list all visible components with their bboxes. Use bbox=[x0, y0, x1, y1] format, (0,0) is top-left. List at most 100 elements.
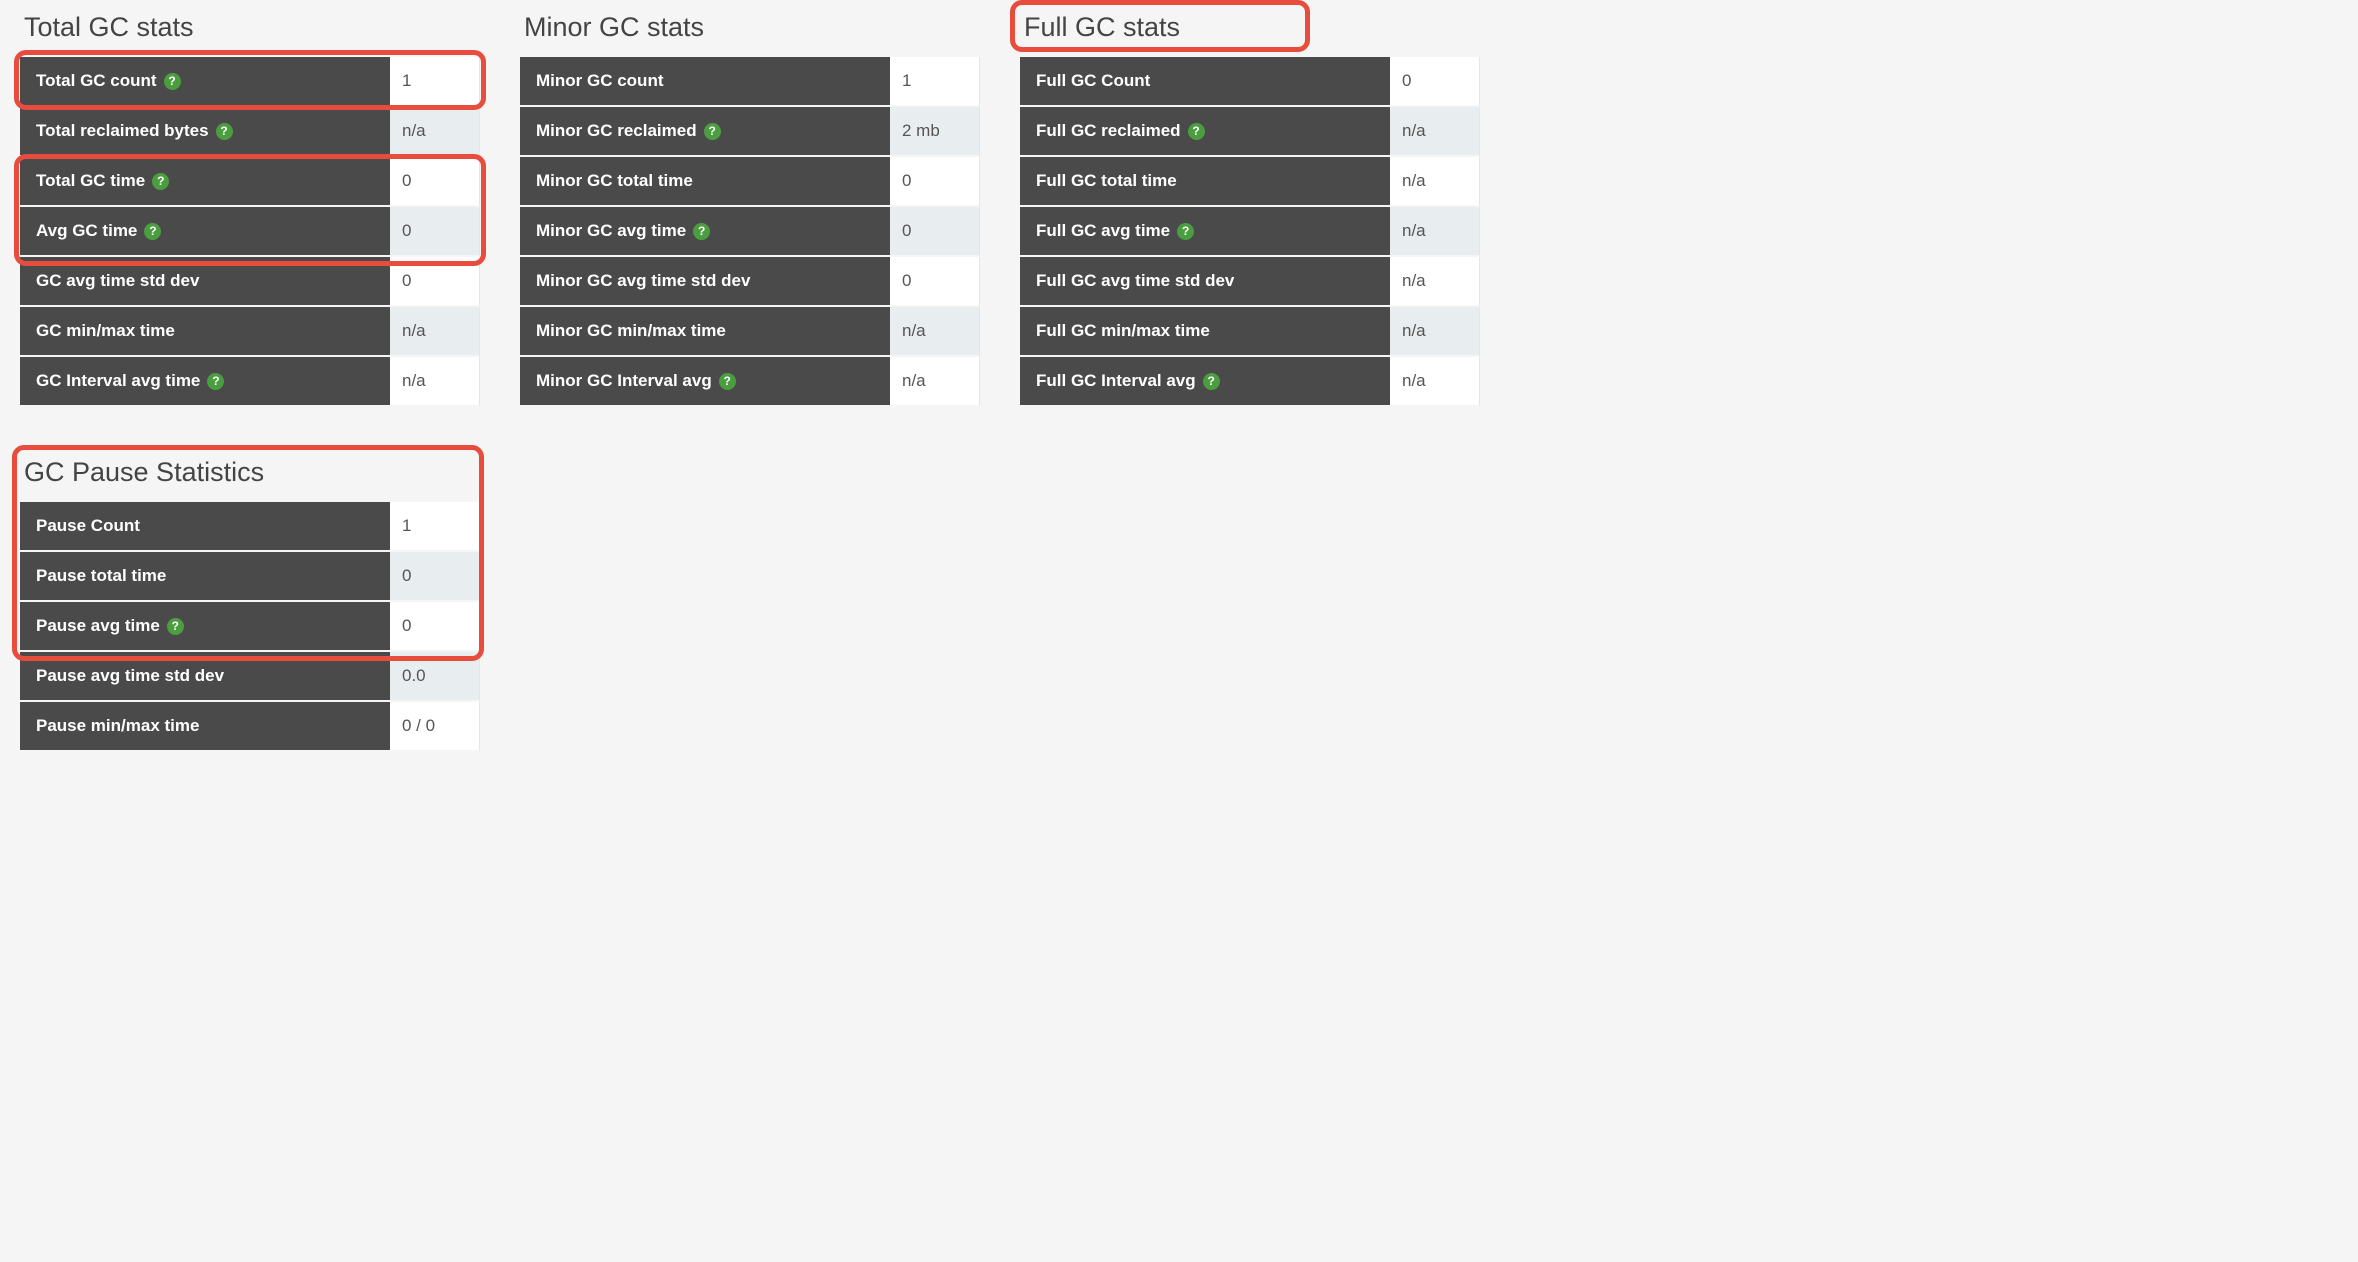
value-pause-avg: 0 bbox=[390, 602, 480, 652]
value-gc-interval: n/a bbox=[390, 357, 480, 407]
value-pause-count: 1 bbox=[390, 502, 480, 552]
value-total-gc-count: 1 bbox=[390, 57, 480, 107]
panel-minor-gc: Minor GC stats Minor GC count 1 Minor GC… bbox=[520, 12, 980, 407]
label-total-gc-time: Total GC time? bbox=[20, 157, 390, 207]
row-pause-avg: Pause avg time? 0 bbox=[20, 602, 480, 652]
panels-row-1: Total GC stats Total GC count? 1 Total r… bbox=[20, 12, 2338, 407]
row-full-avg-time: Full GC avg time? n/a bbox=[1020, 207, 1480, 257]
label-minor-total-time: Minor GC total time bbox=[520, 157, 890, 207]
panel-title-minor: Minor GC stats bbox=[520, 12, 704, 43]
row-pause-count: Pause Count 1 bbox=[20, 502, 480, 552]
label-minor-reclaimed: Minor GC reclaimed? bbox=[520, 107, 890, 157]
row-full-stddev: Full GC avg time std dev n/a bbox=[1020, 257, 1480, 307]
label-full-interval: Full GC Interval avg? bbox=[1020, 357, 1390, 407]
row-full-reclaimed: Full GC reclaimed? n/a bbox=[1020, 107, 1480, 157]
help-icon[interactable]: ? bbox=[693, 223, 710, 240]
table-full: Full GC Count 0 Full GC reclaimed? n/a F… bbox=[1020, 57, 1480, 407]
label-minor-avg-time: Minor GC avg time? bbox=[520, 207, 890, 257]
table-total: Total GC count? 1 Total reclaimed bytes?… bbox=[20, 57, 480, 407]
help-icon[interactable]: ? bbox=[167, 618, 184, 635]
row-minor-avg-time: Minor GC avg time? 0 bbox=[520, 207, 980, 257]
row-gc-interval: GC Interval avg time? n/a bbox=[20, 357, 480, 407]
value-minor-total-time: 0 bbox=[890, 157, 980, 207]
label-minor-interval: Minor GC Interval avg? bbox=[520, 357, 890, 407]
row-minor-minmax: Minor GC min/max time n/a bbox=[520, 307, 980, 357]
panel-title-total: Total GC stats bbox=[20, 12, 194, 43]
value-pause-total: 0 bbox=[390, 552, 480, 602]
value-full-minmax: n/a bbox=[1390, 307, 1480, 357]
row-full-interval: Full GC Interval avg? n/a bbox=[1020, 357, 1480, 407]
label-pause-stddev: Pause avg time std dev bbox=[20, 652, 390, 702]
label-full-reclaimed: Full GC reclaimed? bbox=[1020, 107, 1390, 157]
row-pause-minmax: Pause min/max time 0 / 0 bbox=[20, 702, 480, 752]
row-gc-stddev: GC avg time std dev 0 bbox=[20, 257, 480, 307]
label-minor-stddev: Minor GC avg time std dev bbox=[520, 257, 890, 307]
value-gc-minmax: n/a bbox=[390, 307, 480, 357]
panel-title-pause: GC Pause Statistics bbox=[20, 457, 264, 488]
value-pause-minmax: 0 / 0 bbox=[390, 702, 480, 752]
row-minor-reclaimed: Minor GC reclaimed? 2 mb bbox=[520, 107, 980, 157]
label-avg-gc-time: Avg GC time? bbox=[20, 207, 390, 257]
row-minor-count: Minor GC count 1 bbox=[520, 57, 980, 107]
panels-row-2: GC Pause Statistics Pause Count 1 Pause … bbox=[20, 457, 2338, 752]
row-total-gc-time: Total GC time? 0 bbox=[20, 157, 480, 207]
value-minor-reclaimed: 2 mb bbox=[890, 107, 980, 157]
help-icon[interactable]: ? bbox=[1188, 123, 1205, 140]
row-minor-stddev: Minor GC avg time std dev 0 bbox=[520, 257, 980, 307]
value-avg-gc-time: 0 bbox=[390, 207, 480, 257]
panel-full-gc: Full GC stats Full GC Count 0 Full GC re… bbox=[1020, 12, 1480, 407]
label-pause-total: Pause total time bbox=[20, 552, 390, 602]
help-icon[interactable]: ? bbox=[144, 223, 161, 240]
panel-pause: GC Pause Statistics Pause Count 1 Pause … bbox=[20, 457, 480, 752]
label-gc-minmax: GC min/max time bbox=[20, 307, 390, 357]
label-minor-minmax: Minor GC min/max time bbox=[520, 307, 890, 357]
label-full-minmax: Full GC min/max time bbox=[1020, 307, 1390, 357]
row-pause-stddev: Pause avg time std dev 0.0 bbox=[20, 652, 480, 702]
value-full-count: 0 bbox=[1390, 57, 1480, 107]
row-avg-gc-time: Avg GC time? 0 bbox=[20, 207, 480, 257]
table-pause: Pause Count 1 Pause total time 0 Pause a… bbox=[20, 502, 480, 752]
help-icon[interactable]: ? bbox=[719, 373, 736, 390]
label-pause-minmax: Pause min/max time bbox=[20, 702, 390, 752]
row-gc-minmax: GC min/max time n/a bbox=[20, 307, 480, 357]
value-minor-avg-time: 0 bbox=[890, 207, 980, 257]
panel-title-full: Full GC stats bbox=[1020, 12, 1180, 43]
row-full-minmax: Full GC min/max time n/a bbox=[1020, 307, 1480, 357]
value-gc-stddev: 0 bbox=[390, 257, 480, 307]
value-total-gc-time: 0 bbox=[390, 157, 480, 207]
table-minor: Minor GC count 1 Minor GC reclaimed? 2 m… bbox=[520, 57, 980, 407]
help-icon[interactable]: ? bbox=[207, 373, 224, 390]
value-minor-minmax: n/a bbox=[890, 307, 980, 357]
help-icon[interactable]: ? bbox=[216, 123, 233, 140]
help-icon[interactable]: ? bbox=[164, 73, 181, 90]
row-minor-total-time: Minor GC total time 0 bbox=[520, 157, 980, 207]
help-icon[interactable]: ? bbox=[1177, 223, 1194, 240]
row-full-total-time: Full GC total time n/a bbox=[1020, 157, 1480, 207]
label-total-reclaimed: Total reclaimed bytes? bbox=[20, 107, 390, 157]
value-minor-count: 1 bbox=[890, 57, 980, 107]
help-icon[interactable]: ? bbox=[1203, 373, 1220, 390]
value-full-avg-time: n/a bbox=[1390, 207, 1480, 257]
label-pause-count: Pause Count bbox=[20, 502, 390, 552]
value-pause-stddev: 0.0 bbox=[390, 652, 480, 702]
label-gc-stddev: GC avg time std dev bbox=[20, 257, 390, 307]
panel-total-gc: Total GC stats Total GC count? 1 Total r… bbox=[20, 12, 480, 407]
label-gc-interval: GC Interval avg time? bbox=[20, 357, 390, 407]
value-full-total-time: n/a bbox=[1390, 157, 1480, 207]
label-total-gc-count: Total GC count? bbox=[20, 57, 390, 107]
row-full-count: Full GC Count 0 bbox=[1020, 57, 1480, 107]
value-minor-interval: n/a bbox=[890, 357, 980, 407]
help-icon[interactable]: ? bbox=[704, 123, 721, 140]
row-pause-total: Pause total time 0 bbox=[20, 552, 480, 602]
label-full-count: Full GC Count bbox=[1020, 57, 1390, 107]
value-minor-stddev: 0 bbox=[890, 257, 980, 307]
help-icon[interactable]: ? bbox=[152, 173, 169, 190]
label-minor-count: Minor GC count bbox=[520, 57, 890, 107]
value-full-interval: n/a bbox=[1390, 357, 1480, 407]
label-pause-avg: Pause avg time? bbox=[20, 602, 390, 652]
value-total-reclaimed: n/a bbox=[390, 107, 480, 157]
row-total-gc-count: Total GC count? 1 bbox=[20, 57, 480, 107]
row-total-reclaimed: Total reclaimed bytes? n/a bbox=[20, 107, 480, 157]
row-minor-interval: Minor GC Interval avg? n/a bbox=[520, 357, 980, 407]
label-full-stddev: Full GC avg time std dev bbox=[1020, 257, 1390, 307]
